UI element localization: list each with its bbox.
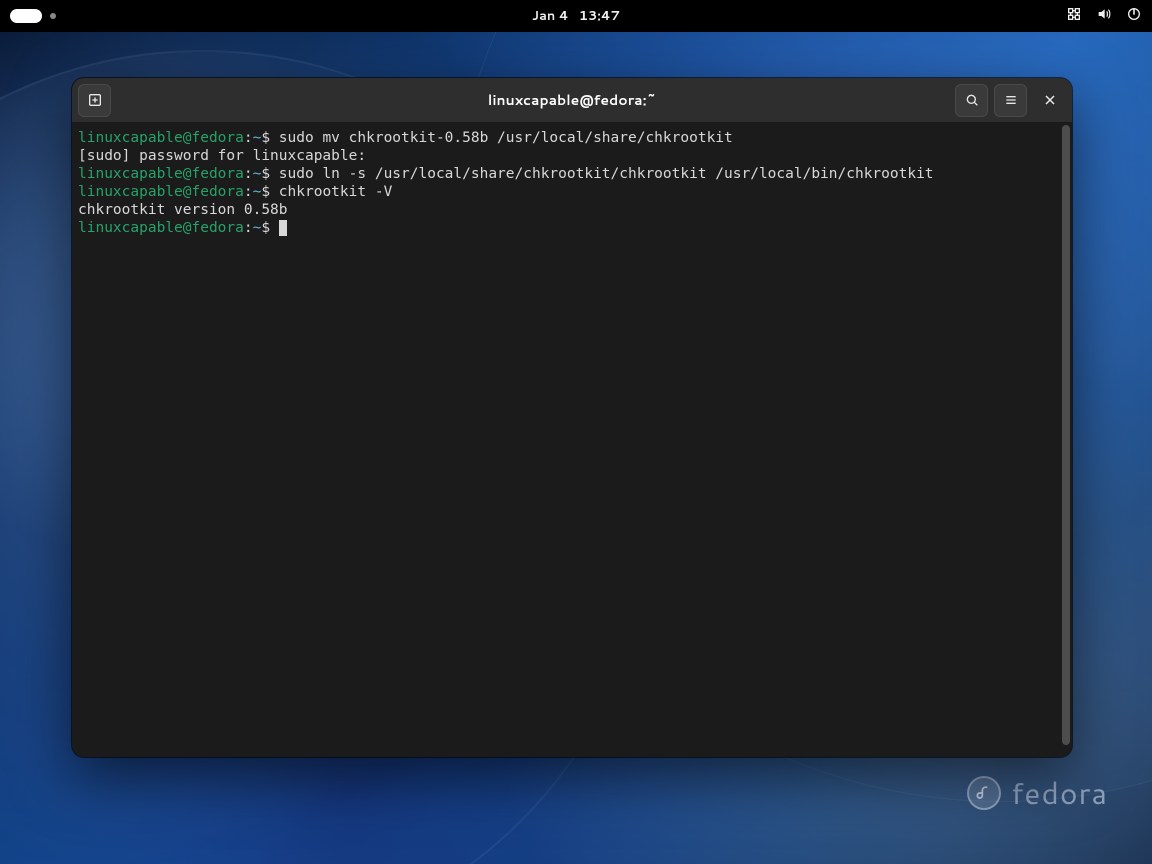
workspace-dot-icon	[50, 13, 56, 19]
search-button[interactable]	[955, 84, 988, 117]
topbar-time: 13:47	[579, 7, 620, 25]
clock-area[interactable]: Jan 4 13:47	[532, 7, 620, 25]
menu-button[interactable]	[994, 84, 1027, 117]
fedora-watermark-text: fedora	[1011, 771, 1108, 814]
terminal-viewport[interactable]: linuxcapable@fedora:~$ sudo mv chkrootki…	[72, 123, 1072, 757]
close-button[interactable]	[1033, 84, 1066, 117]
activities-pill-icon	[10, 9, 42, 23]
terminal-titlebar[interactable]: linuxcapable@fedora:~	[72, 78, 1072, 123]
new-tab-button[interactable]	[78, 84, 111, 117]
window-title: linuxcapable@fedora:~	[72, 90, 1072, 110]
activities-area[interactable]	[10, 9, 56, 23]
topbar-date: Jan 4	[532, 7, 569, 25]
power-icon	[1126, 6, 1142, 27]
terminal-window: linuxcapable@fedora:~ linuxcapable@fedor…	[72, 78, 1072, 757]
volume-icon	[1096, 6, 1112, 27]
fedora-watermark: fedora	[967, 771, 1108, 814]
fedora-logo-icon	[967, 776, 1001, 810]
terminal-scrollbar[interactable]	[1060, 123, 1072, 757]
scrollbar-thumb[interactable]	[1062, 125, 1070, 745]
gnome-topbar: Jan 4 13:47	[0, 0, 1152, 32]
terminal-content[interactable]: linuxcapable@fedora:~$ sudo mv chkrootki…	[72, 123, 1060, 757]
system-tray[interactable]	[1066, 6, 1142, 27]
network-icon	[1066, 6, 1082, 27]
